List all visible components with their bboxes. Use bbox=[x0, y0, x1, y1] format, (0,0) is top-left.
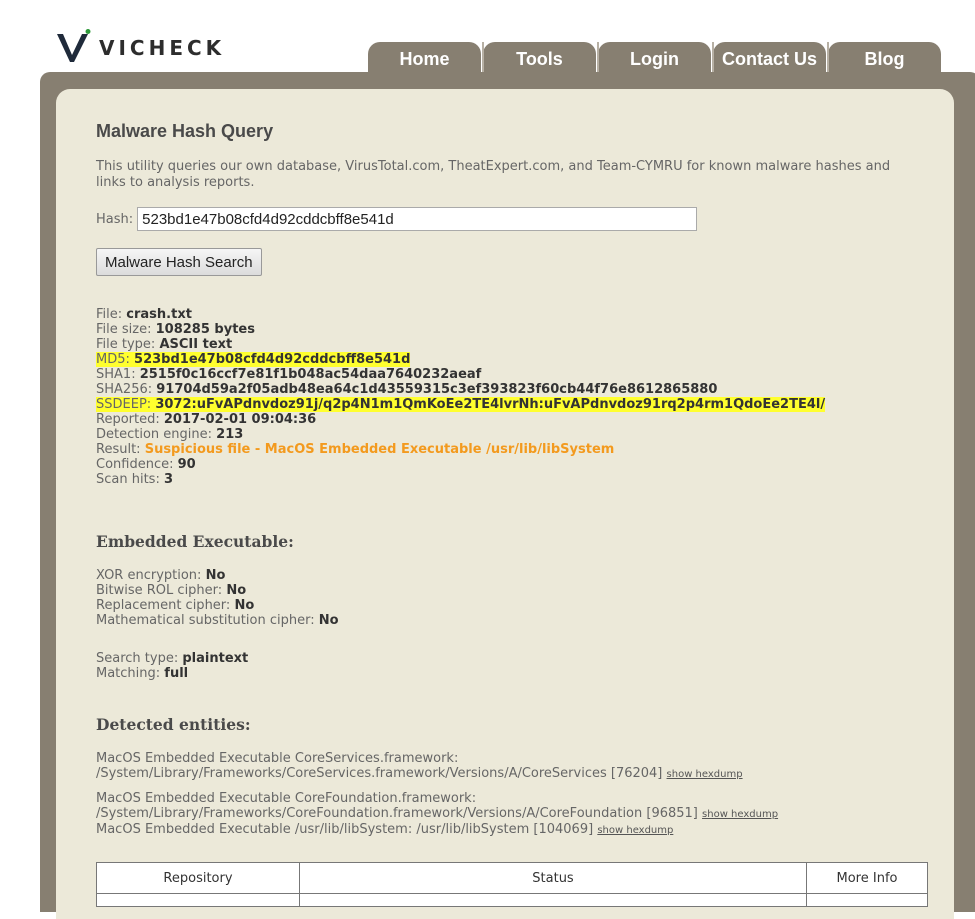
more-info-column-header: More Info bbox=[806, 862, 928, 894]
intro-text: This utility queries our own database, V… bbox=[96, 159, 891, 190]
malware-hash-search-button[interactable]: Malware Hash Search bbox=[96, 248, 262, 276]
entity-3-title: MacOS Embedded Executable /usr/lib/libSy… bbox=[96, 822, 594, 837]
file-label: File: bbox=[96, 307, 123, 322]
entity-item: MacOS Embedded Executable CoreServices.f… bbox=[96, 751, 936, 782]
tab-login[interactable]: Login bbox=[597, 42, 711, 76]
tab-contact-us[interactable]: Contact Us bbox=[712, 42, 826, 76]
file-name: crash.txt bbox=[126, 307, 192, 322]
matching-row: Matching: full bbox=[96, 666, 248, 681]
entity-1-path: /System/Library/Frameworks/CoreServices.… bbox=[96, 766, 663, 781]
result-value: Suspicious file - MacOS Embedded Executa… bbox=[144, 442, 615, 457]
reported-label: Reported: bbox=[96, 412, 160, 427]
matching-value: full bbox=[164, 666, 189, 681]
entity-2-path: /System/Library/Frameworks/CoreFoundatio… bbox=[96, 806, 698, 821]
scan-hits-value: 3 bbox=[163, 472, 174, 487]
replacement-label: Replacement cipher: bbox=[96, 598, 231, 613]
rol-value: No bbox=[226, 583, 247, 598]
repository-table: Repository Status More Info bbox=[96, 862, 928, 907]
search-type-value: plaintext bbox=[182, 651, 249, 666]
md5-value: 523bd1e47b08cfd4d92cddcbff8e541d bbox=[134, 352, 411, 367]
xor-label: XOR encryption: bbox=[96, 568, 202, 583]
tab-blog[interactable]: Blog bbox=[827, 42, 941, 76]
result-row: Result: Suspicious file - MacOS Embedded… bbox=[96, 442, 825, 457]
md5-label: MD5: bbox=[96, 352, 130, 367]
sha256-label: SHA256: bbox=[96, 382, 153, 397]
ssdeep-label: SSDEEP: bbox=[96, 397, 152, 412]
math-row: Mathematical substitution cipher: No bbox=[96, 613, 339, 628]
result-label: Result: bbox=[96, 442, 141, 457]
search-info: Search type: plaintext Matching: full bbox=[96, 651, 248, 681]
sha1-value: 2515f0c16ccf7e81f1b048ac54daa7640232aeaf bbox=[139, 367, 482, 382]
entity-1-title: MacOS Embedded Executable CoreServices.f… bbox=[96, 751, 459, 766]
repository-column-header: Repository bbox=[96, 862, 300, 894]
show-hexdump-link-3[interactable]: show hexdump bbox=[597, 825, 673, 836]
sha256-row: SHA256: 91704d59a2f05adb48ea64c1d4355931… bbox=[96, 382, 825, 397]
checkmark-v-icon bbox=[57, 29, 91, 62]
sha1-label: SHA1: bbox=[96, 367, 136, 382]
entity-2-title: MacOS Embedded Executable CoreFoundation… bbox=[96, 791, 477, 806]
matching-label: Matching: bbox=[96, 666, 161, 681]
content-panel: Malware Hash Query This utility queries … bbox=[56, 89, 954, 919]
file-results: File: crash.txt File size: 108285 bytes … bbox=[96, 307, 826, 487]
confidence-row: Confidence: 90 bbox=[96, 457, 825, 472]
search-type-label: Search type: bbox=[96, 651, 179, 666]
file-type-row: File type: ASCII text bbox=[96, 337, 825, 352]
table-row bbox=[96, 893, 928, 907]
hash-label: Hash: bbox=[96, 211, 134, 227]
embedded-details: XOR encryption: No Bitwise ROL cipher: N… bbox=[96, 568, 339, 628]
math-value: No bbox=[318, 613, 339, 628]
sha256-value: 91704d59a2f05adb48ea64c1d43559315c3ef393… bbox=[156, 382, 718, 397]
replacement-row: Replacement cipher: No bbox=[96, 598, 339, 613]
file-size-label: File size: bbox=[96, 322, 152, 337]
tab-home-label: Home bbox=[399, 48, 450, 69]
status-column-header: Status bbox=[299, 862, 807, 894]
file-size: 108285 bytes bbox=[155, 322, 255, 337]
confidence-label: Confidence: bbox=[96, 457, 174, 472]
detected-heading: Detected entities: bbox=[96, 715, 251, 734]
rol-label: Bitwise ROL cipher: bbox=[96, 583, 223, 598]
tab-blog-label: Blog bbox=[864, 48, 905, 69]
replacement-value: No bbox=[234, 598, 255, 613]
search-type-row: Search type: plaintext bbox=[96, 651, 248, 666]
embedded-heading: Embedded Executable: bbox=[96, 532, 294, 551]
rol-row: Bitwise ROL cipher: No bbox=[96, 583, 339, 598]
xor-row: XOR encryption: No bbox=[96, 568, 339, 583]
engine-row: Detection engine: 213 bbox=[96, 427, 825, 442]
md5-row: MD5: 523bd1e47b08cfd4d92cddcbff8e541d bbox=[96, 352, 825, 367]
tab-tools[interactable]: Tools bbox=[482, 42, 596, 76]
file-size-row: File size: 108285 bytes bbox=[96, 322, 825, 337]
scan-hits-row: Scan hits: 3 bbox=[96, 472, 825, 487]
show-hexdump-link-1[interactable]: show hexdump bbox=[667, 769, 743, 780]
engine-label: Detection engine: bbox=[96, 427, 213, 442]
tab-login-label: Login bbox=[630, 48, 679, 69]
vicheck-logo[interactable]: VICHECK bbox=[55, 28, 225, 64]
file-type: ASCII text bbox=[159, 337, 233, 352]
scan-hits-label: Scan hits: bbox=[96, 472, 160, 487]
math-label: Mathematical substitution cipher: bbox=[96, 613, 315, 628]
file-type-label: File type: bbox=[96, 337, 156, 352]
hash-input[interactable] bbox=[137, 207, 698, 231]
tab-contact-label: Contact Us bbox=[721, 48, 817, 69]
reported-value: 2017-02-01 09:04:36 bbox=[163, 412, 317, 427]
tab-tools-label: Tools bbox=[516, 48, 563, 69]
logo-text: VICHECK bbox=[99, 36, 226, 60]
detected-entities: MacOS Embedded Executable CoreServices.f… bbox=[96, 751, 936, 847]
ssdeep-row: SSDEEP: 3072:uFvAPdnvdoz91j/q2p4N1m1QmKo… bbox=[96, 397, 826, 412]
confidence-value: 90 bbox=[177, 457, 196, 472]
page-title: Malware Hash Query bbox=[96, 121, 274, 141]
entity-item: MacOS Embedded Executable CoreFoundation… bbox=[96, 791, 936, 838]
sha1-row: SHA1: 2515f0c16ccf7e81f1b048ac54daa76402… bbox=[96, 367, 825, 382]
xor-value: No bbox=[205, 568, 226, 583]
hash-row: Hash: bbox=[96, 207, 698, 231]
file-row: File: crash.txt bbox=[96, 307, 825, 322]
ssdeep-value: 3072:uFvAPdnvdoz91j/q2p4N1m1QmKoEe2TE4lv… bbox=[155, 397, 826, 412]
show-hexdump-link-2[interactable]: show hexdump bbox=[702, 809, 778, 820]
engine-value: 213 bbox=[216, 427, 244, 442]
reported-row: Reported: 2017-02-01 09:04:36 bbox=[96, 412, 825, 427]
tab-home[interactable]: Home bbox=[368, 42, 481, 76]
